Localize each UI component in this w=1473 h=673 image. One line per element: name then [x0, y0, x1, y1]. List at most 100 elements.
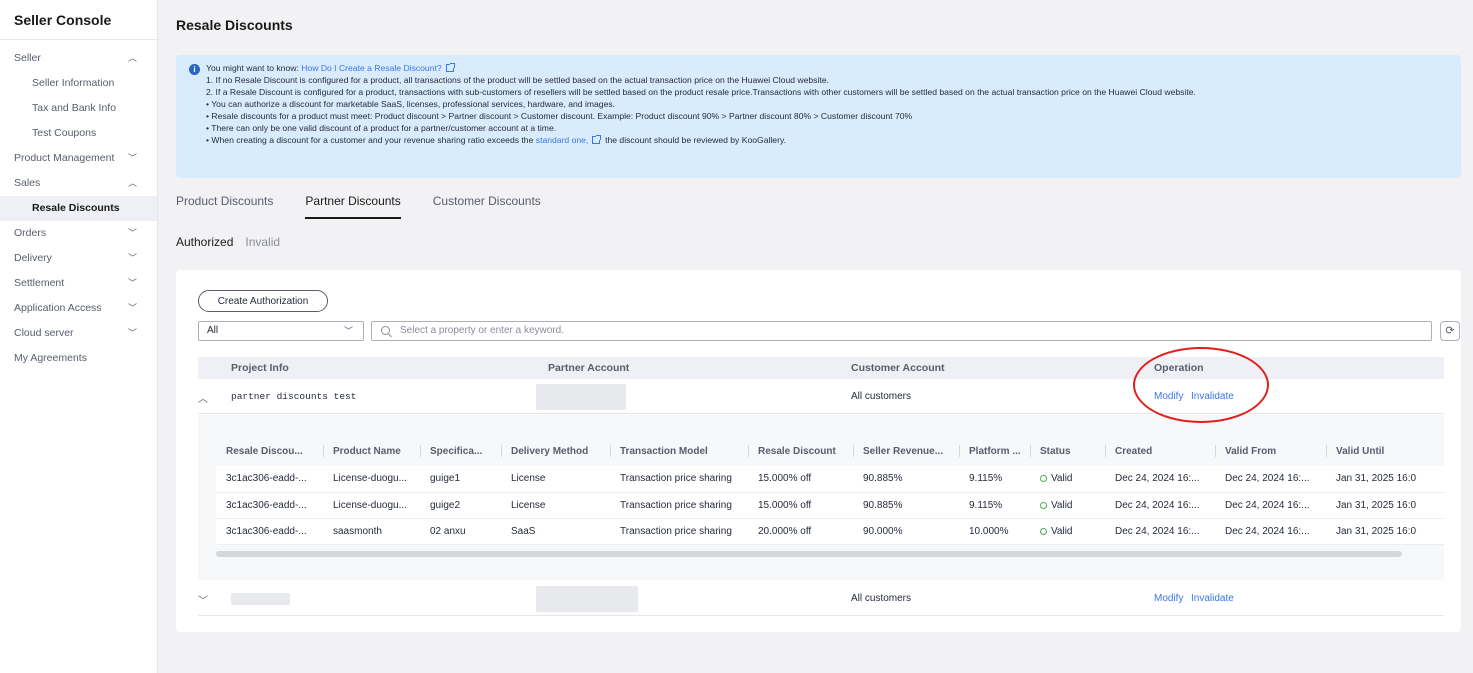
- sidebar-item-label: My Agreements: [14, 352, 87, 364]
- discount-tabs: Product Discounts Partner Discounts Cust…: [176, 194, 573, 219]
- sidebar-item-orders[interactable]: Orders ﹀: [0, 221, 157, 246]
- sidebar-item-delivery[interactable]: Delivery ﹀: [0, 246, 157, 271]
- sidebar-item-settlement[interactable]: Settlement ﹀: [0, 271, 157, 296]
- cell: License: [501, 466, 610, 493]
- table-row: 3c1ac306-eadd-... License-duogu... guige…: [216, 466, 1444, 493]
- subtab-authorized[interactable]: Authorized: [176, 235, 233, 249]
- search-input[interactable]: Select a property or enter a keyword.: [371, 321, 1432, 341]
- modify-link[interactable]: Modify: [1154, 593, 1183, 604]
- page-title: Resale Discounts: [176, 17, 293, 33]
- tab-product-discounts[interactable]: Product Discounts: [176, 194, 273, 219]
- main-content: Resale Discounts i You might want to kno…: [158, 0, 1473, 673]
- refresh-icon[interactable]: ⟳: [1440, 321, 1460, 341]
- cell: 9.115%: [959, 466, 1030, 493]
- cell: Jan 31, 2025 16:0: [1326, 466, 1444, 493]
- redacted-project-name: [231, 593, 290, 605]
- table-row: 3c1ac306-eadd-... saasmonth 02 anxu SaaS…: [216, 518, 1444, 545]
- col-project-info: Project Info: [231, 362, 289, 374]
- col-transaction-model: Transaction Model: [610, 436, 748, 466]
- sidebar-item-resale-discounts[interactable]: Resale Discounts: [0, 196, 157, 221]
- horizontal-scrollbar[interactable]: [216, 551, 1402, 557]
- highlight-annotation: [1133, 347, 1269, 423]
- notice-line-text: the discount should be reviewed by KooGa…: [600, 135, 786, 145]
- chevron-down-icon: ﹀: [127, 328, 137, 338]
- invalidate-link[interactable]: Invalidate: [1191, 593, 1234, 604]
- sidebar-item-label: Resale Discounts: [32, 202, 120, 214]
- col-platform: Platform ...: [959, 436, 1030, 466]
- chevron-up-icon: ︿: [127, 53, 137, 63]
- sidebar-item-label: Seller Information: [32, 77, 115, 89]
- standard-link[interactable]: standard one,: [536, 135, 589, 145]
- info-icon: i: [189, 64, 200, 75]
- sidebar-item-label: Tax and Bank Info: [32, 102, 117, 114]
- sidebar-item-cloud-server[interactable]: Cloud server ﹀: [0, 321, 157, 346]
- sidebar-item-seller[interactable]: Seller ︿: [0, 46, 157, 71]
- filter-select[interactable]: All ﹀: [198, 321, 364, 341]
- cell: Dec 24, 2024 16:...: [1215, 492, 1326, 519]
- sidebar-item-test-coupons[interactable]: Test Coupons: [0, 121, 157, 146]
- external-link-icon[interactable]: [445, 63, 455, 72]
- chevron-down-icon: ﹀: [127, 253, 137, 263]
- notice-line: • You can authorize a discount for marke…: [206, 99, 616, 109]
- expanded-discount-details: Resale Discou... Product Name Specifica.…: [198, 415, 1444, 580]
- info-notice: i You might want to know: How Do I Creat…: [176, 55, 1461, 178]
- cell: 3c1ac306-eadd-...: [216, 466, 323, 493]
- sidebar-item-seller-information[interactable]: Seller Information: [0, 71, 157, 96]
- cell: Jan 31, 2025 16:0: [1326, 518, 1444, 545]
- sidebar-item-label: Application Access: [14, 302, 102, 314]
- col-customer-account: Customer Account: [851, 362, 945, 374]
- sidebar-item-tax-bank-info[interactable]: Tax and Bank Info: [0, 96, 157, 121]
- help-link[interactable]: How Do I Create a Resale Discount?: [301, 63, 441, 73]
- chevron-up-icon[interactable]: ︿: [198, 390, 208, 405]
- col-resale-discount: Resale Discount: [748, 436, 853, 466]
- col-resale-discount-id: Resale Discou...: [216, 436, 323, 466]
- discount-table: Resale Discou... Product Name Specifica.…: [216, 436, 1444, 545]
- cell: 90.885%: [853, 492, 959, 519]
- redacted-partner-account: [536, 384, 626, 410]
- notice-intro: You might want to know: How Do I Create …: [206, 62, 1461, 74]
- cell: Transaction price sharing: [610, 518, 748, 545]
- col-seller-revenue: Seller Revenue...: [853, 436, 959, 466]
- valid-status-icon: [1040, 501, 1047, 509]
- sidebar-item-product-management[interactable]: Product Management ﹀: [0, 146, 157, 171]
- notice-line: • When creating a discount for a custome…: [206, 134, 1461, 146]
- cell: 15.000% off: [748, 492, 853, 519]
- subtab-invalid[interactable]: Invalid: [245, 235, 280, 249]
- col-delivery-method: Delivery Method: [501, 436, 610, 466]
- sidebar-item-label: Sales: [14, 177, 41, 189]
- sidebar-item-my-agreements[interactable]: My Agreements: [0, 346, 157, 371]
- chevron-down-icon: ﹀: [127, 278, 137, 288]
- sidebar-item-label: Test Coupons: [32, 127, 97, 139]
- notice-line: • There can only be one valid discount o…: [206, 123, 557, 133]
- tab-customer-discounts[interactable]: Customer Discounts: [433, 194, 541, 219]
- cell: 3c1ac306-eadd-...: [216, 492, 323, 519]
- cell: 9.115%: [959, 492, 1030, 519]
- cell: Transaction price sharing: [610, 466, 748, 493]
- chevron-down-icon: ﹀: [343, 326, 353, 336]
- col-created: Created: [1105, 436, 1215, 466]
- create-authorization-button[interactable]: Create Authorization: [198, 290, 328, 312]
- cell: 90.000%: [853, 518, 959, 545]
- tab-partner-discounts[interactable]: Partner Discounts: [305, 194, 401, 219]
- notice-intro-text: You might want to know:: [206, 63, 302, 73]
- sidebar-item-label: Product Management: [14, 152, 115, 164]
- cell: 10.000%: [959, 518, 1030, 545]
- cell: 3c1ac306-eadd-...: [216, 518, 323, 545]
- notice-line-text: • When creating a discount for a custome…: [206, 135, 536, 145]
- valid-status-icon: [1040, 527, 1047, 535]
- cell: License-duogu...: [323, 466, 420, 493]
- external-link-icon[interactable]: [592, 135, 602, 144]
- console-title: Seller Console: [0, 0, 157, 40]
- chevron-down-icon[interactable]: ﹀: [198, 592, 208, 607]
- authorization-card: Create Authorization All ﹀ Select a prope…: [176, 270, 1461, 632]
- status-subtabs: Authorized Invalid: [176, 235, 292, 249]
- cell: saasmonth: [323, 518, 420, 545]
- sidebar-item-label: Seller: [14, 52, 41, 64]
- cell: guige1: [420, 466, 501, 493]
- sidebar-item-application-access[interactable]: Application Access ﹀: [0, 296, 157, 321]
- notice-line: 1. If no Resale Discount is configured f…: [206, 75, 829, 85]
- project-name: partner discounts test: [231, 391, 357, 402]
- cell: 15.000% off: [748, 466, 853, 493]
- cell: License: [501, 492, 610, 519]
- sidebar-item-sales[interactable]: Sales ︿: [0, 171, 157, 196]
